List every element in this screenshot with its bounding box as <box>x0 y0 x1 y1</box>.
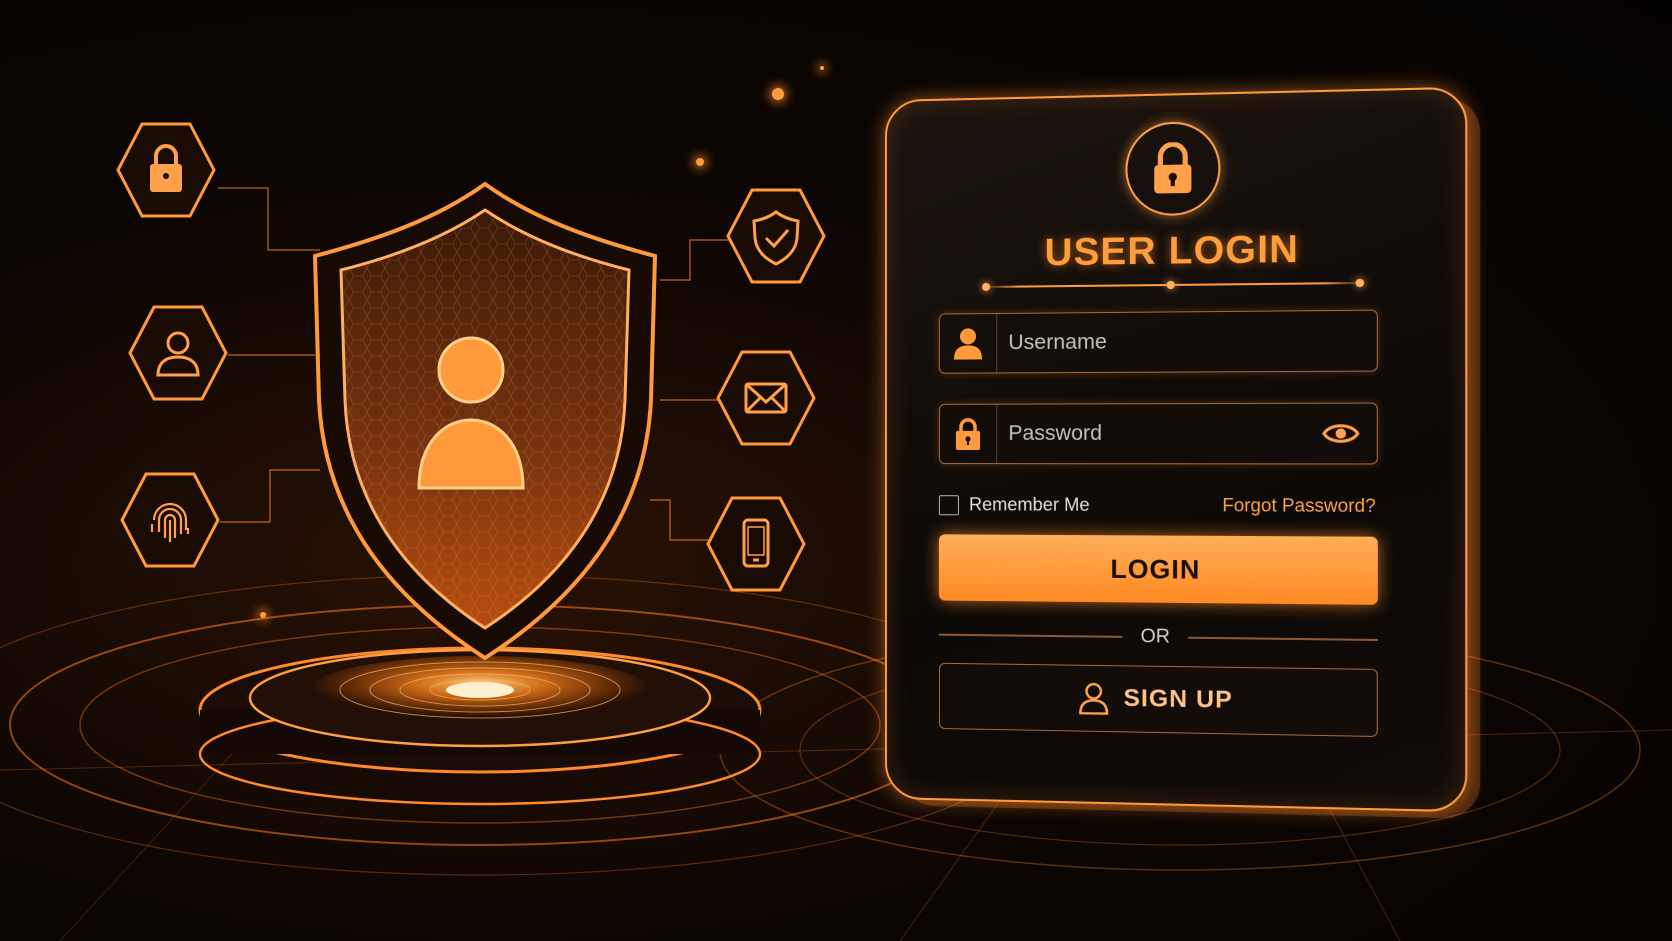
glow-particle <box>696 158 704 166</box>
sign-up-button[interactable]: SIGN UP <box>938 662 1378 738</box>
remember-me-label: Remember Me <box>969 494 1090 515</box>
password-icon-box <box>939 404 998 464</box>
divider-dot <box>982 282 991 291</box>
or-divider: OR <box>938 623 1378 653</box>
forgot-password-link[interactable]: Forgot Password? <box>1222 495 1375 517</box>
background-scene: USER LOGIN Username Password Remember Me… <box>0 0 1672 941</box>
password-placeholder: Password <box>1008 421 1103 445</box>
lock-icon <box>954 417 982 451</box>
remember-me-option[interactable]: Remember Me <box>938 494 1090 516</box>
security-shield <box>312 181 658 661</box>
glow-particle <box>772 88 784 100</box>
username-field[interactable]: Username <box>938 309 1378 374</box>
glow-particle <box>820 66 824 70</box>
hex-envelope-node <box>714 348 818 448</box>
show-password-toggle[interactable] <box>1322 420 1360 447</box>
eye-icon <box>1322 420 1360 447</box>
divider-line <box>938 633 1123 638</box>
header-lock-badge <box>1125 120 1221 217</box>
hex-mobile-node <box>704 494 808 594</box>
or-label: OR <box>1140 625 1170 648</box>
divider-dot <box>1355 278 1365 288</box>
hex-lock-node <box>114 120 218 220</box>
user-icon <box>1079 682 1110 715</box>
hex-user-node <box>126 303 230 403</box>
page-title: USER LOGIN <box>1044 228 1299 275</box>
title-divider <box>982 278 1365 291</box>
hex-fingerprint-node <box>118 470 222 570</box>
sign-up-label: SIGN UP <box>1123 684 1233 714</box>
hex-shield-check-node <box>724 186 828 286</box>
remember-me-checkbox[interactable] <box>938 494 959 515</box>
divider-line <box>1188 636 1378 641</box>
divider-dot <box>1166 280 1175 290</box>
password-field[interactable]: Password <box>938 402 1378 465</box>
login-button[interactable]: LOGIN <box>938 534 1378 605</box>
username-icon-box <box>939 314 998 373</box>
login-card: USER LOGIN Username Password Remember Me… <box>885 86 1468 813</box>
lock-icon <box>1150 142 1195 194</box>
username-placeholder: Username <box>1008 330 1107 355</box>
user-icon <box>953 328 983 360</box>
